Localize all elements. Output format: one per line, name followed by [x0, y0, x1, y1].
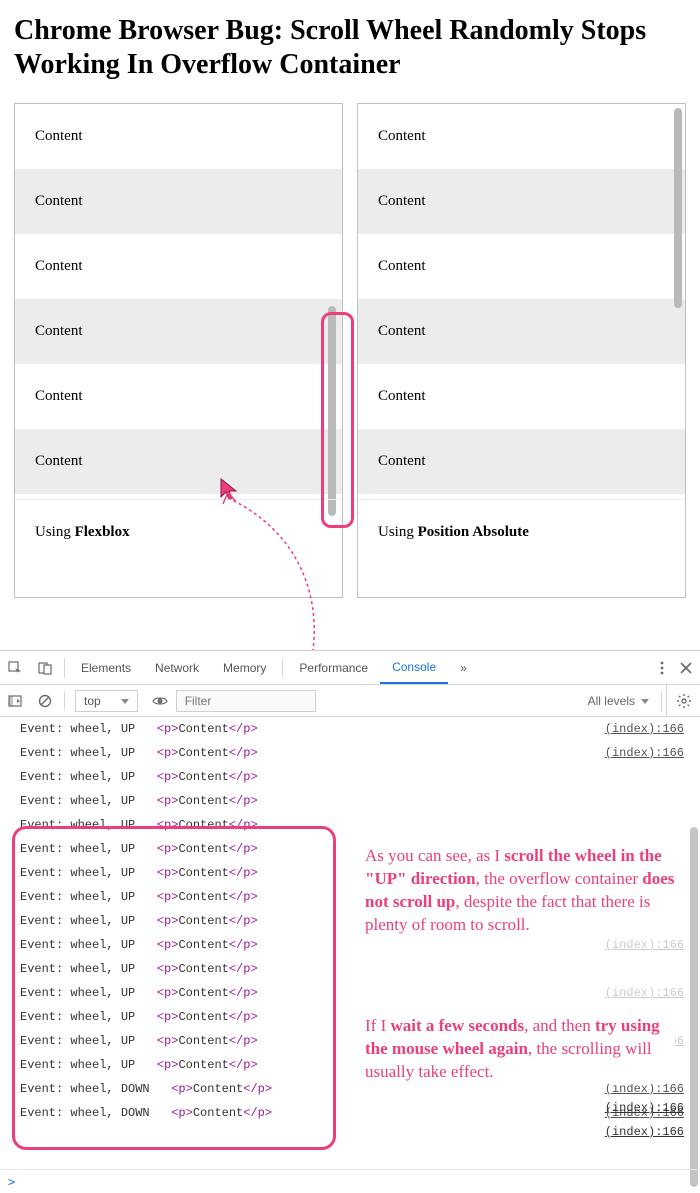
inspect-element-icon[interactable] [0, 661, 30, 675]
filter-input[interactable] [176, 690, 316, 712]
list-item: Content [15, 234, 342, 299]
source-link[interactable]: (index):166 [605, 746, 700, 760]
list-item: Content [15, 169, 342, 234]
panels-container: Content Content Content Content Content … [14, 103, 686, 598]
source-link[interactable]: (index):166 [605, 986, 700, 1000]
absolute-panel-footer: Using Position Absolute [358, 499, 685, 597]
source-link[interactable]: (index):166 [605, 1082, 700, 1096]
annotation-text-2: If I wait a few seconds, and then try us… [365, 1015, 675, 1084]
tab-console[interactable]: Console [380, 651, 448, 684]
tab-memory[interactable]: Memory [211, 651, 278, 684]
console-log-row: Event: wheel, DOWN <p>Content</p>(index)… [0, 1101, 700, 1125]
scrollbar-thumb[interactable] [690, 827, 698, 1187]
console-log-row: Event: wheel, UP <p>Content</p>(index):1… [0, 741, 700, 765]
kebab-menu-icon[interactable] [652, 661, 672, 675]
absolute-panel: Content Content Content Content Content … [357, 103, 686, 598]
list-item: Content [358, 104, 685, 169]
source-link[interactable]: (index):166 [605, 1101, 684, 1115]
console-log-area[interactable]: Event: wheel, UP <p>Content</p> (index):1… [0, 717, 700, 1193]
devtools-panel: Elements Network Memory Performance Cons… [0, 650, 700, 1193]
list-item: Content [15, 104, 342, 169]
list-item: Content [358, 169, 685, 234]
source-link[interactable]: (index):166 [605, 1125, 684, 1139]
log-levels-selector[interactable]: All levels [588, 694, 649, 708]
source-link[interactable]: (index):166 [605, 722, 700, 736]
context-selector[interactable]: top [75, 690, 138, 712]
clear-console-icon[interactable] [30, 694, 60, 708]
tab-performance[interactable]: Performance [287, 651, 380, 684]
console-filter-bar: top All levels [0, 685, 700, 717]
tab-network[interactable]: Network [143, 651, 211, 684]
page-title: Chrome Browser Bug: Scroll Wheel Randoml… [14, 14, 686, 81]
footer-label-prefix: Using [35, 524, 75, 540]
list-item: Content [358, 429, 685, 494]
footer-label-prefix: Using [378, 524, 418, 540]
console-log-row: Event: wheel, UP <p>Content</p> [0, 813, 700, 837]
console-log-row: Event: wheel, UP <p>Content</p> [0, 765, 700, 789]
console-log-row: Event: wheel, UP <p>Content</p> [0, 789, 700, 813]
flexbox-panel: Content Content Content Content Content … [14, 103, 343, 598]
scrollbar-thumb[interactable] [674, 108, 682, 308]
scrollbar-thumb[interactable] [328, 306, 336, 516]
tab-elements[interactable]: Elements [69, 651, 143, 684]
console-log-row: Event: wheel, UP <p>Content</p>(index):1… [0, 717, 700, 741]
flexbox-panel-footer: Using Flexblox [15, 499, 342, 597]
list-item: Content [358, 364, 685, 429]
list-item: Content [15, 364, 342, 429]
settings-icon[interactable] [666, 685, 700, 716]
sidebar-toggle-icon[interactable] [0, 695, 30, 707]
list-item: Content [15, 299, 342, 364]
close-devtools-icon[interactable] [672, 662, 700, 674]
tab-more[interactable]: » [448, 651, 479, 684]
annotation-text-1: As you can see, as I scroll the wheel in… [365, 845, 675, 937]
live-expression-icon[interactable] [144, 696, 176, 706]
context-label: top [84, 694, 101, 708]
footer-label-strong: Position Absolute [418, 524, 529, 540]
console-prompt[interactable]: > [0, 1169, 700, 1193]
list-item: Content [358, 234, 685, 299]
console-log-row: Event: wheel, UP <p>Content</p> [0, 957, 700, 981]
source-link[interactable]: (index):166 [605, 938, 700, 952]
devtools-tabs: Elements Network Memory Performance Cons… [0, 651, 700, 685]
list-item: Content [15, 429, 342, 494]
footer-label-strong: Flexblox [75, 524, 130, 540]
absolute-scroll-area[interactable]: Content Content Content Content Content … [358, 104, 685, 499]
console-log-row: Event: wheel, UP <p>Content</p>(index):1… [0, 981, 700, 1005]
list-item: Content [358, 299, 685, 364]
flexbox-scroll-area[interactable]: Content Content Content Content Content … [15, 104, 342, 499]
device-toggle-icon[interactable] [30, 661, 60, 675]
